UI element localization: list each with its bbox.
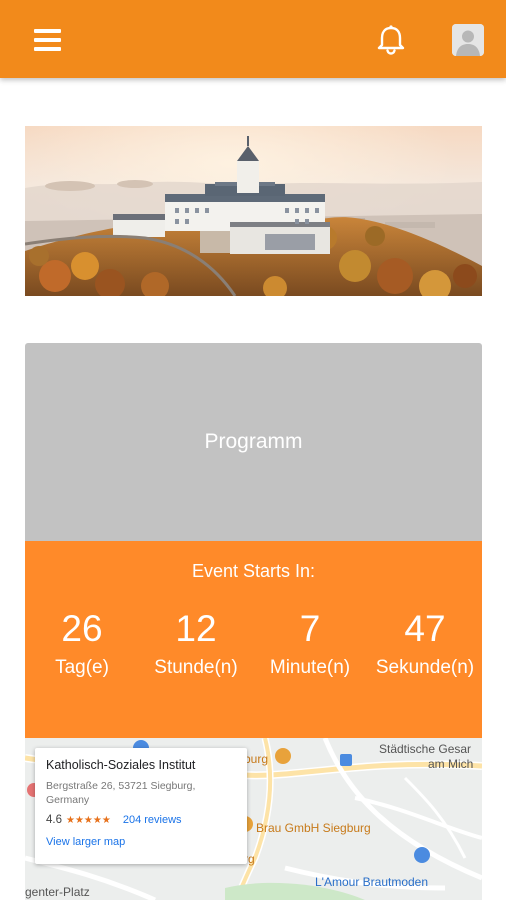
minutes-value: 7 [299,608,321,649]
profile-button[interactable] [452,24,484,56]
menu-button[interactable] [28,22,68,58]
embedded-map[interactable]: Städtische Gesar am Mich burg Brau GmbH … [25,738,482,900]
countdown-days: 26 Tag(e) [25,607,139,679]
map-place-card: Katholisch-Soziales Institut Bergstraße … [35,748,247,864]
bell-icon [377,25,405,55]
star-rating-icon: ★★★★★ [66,814,111,826]
avatar-icon [452,24,484,56]
event-countdown: Event Starts In: 26 Tag(e) 12 Stunde(n) … [25,541,482,738]
banner-image [25,126,482,296]
view-larger-map-link[interactable]: View larger map [46,836,236,848]
app-bar [0,0,506,78]
countdown-heading: Event Starts In: [191,561,316,581]
minutes-unit: Minute(n) [269,657,351,678]
seconds-unit: Sekunde(n) [375,657,475,678]
map-label-burg: burg [244,752,269,766]
map-label-stadtische: Städtische Gesar [379,742,472,756]
hours-value: 12 [175,608,217,649]
hours-unit: Stunde(n) [154,657,238,678]
map-label-brau: Brau GmbH Siegburg [256,821,371,835]
reviews-link[interactable]: 204 reviews [123,814,182,826]
days-unit: Tag(e) [55,657,109,678]
notifications-button[interactable] [371,20,411,60]
seconds-value: 47 [404,608,446,649]
map-label-am-mich: am Mich [428,757,474,771]
place-rating: 4.6 [46,814,62,826]
map-label-lamour: L'Amour Brautmoden [315,875,429,889]
map-label-platz: genter-Platz [25,885,90,899]
countdown-seconds: 47 Sekunde(n) [368,607,482,679]
place-rating-row: 4.6 ★★★★★ 204 reviews [46,814,236,826]
countdown-hours: 12 Stunde(n) [139,607,253,679]
place-name: Katholisch-Soziales Institut [46,758,196,772]
place-address: Bergstraße 26, 53721 Siegburg, Germany [46,780,196,806]
countdown-minutes: 7 Minute(n) [253,607,367,679]
programm-button[interactable]: Programm [25,343,482,541]
programm-label: Programm [204,430,303,453]
days-value: 26 [61,608,103,649]
